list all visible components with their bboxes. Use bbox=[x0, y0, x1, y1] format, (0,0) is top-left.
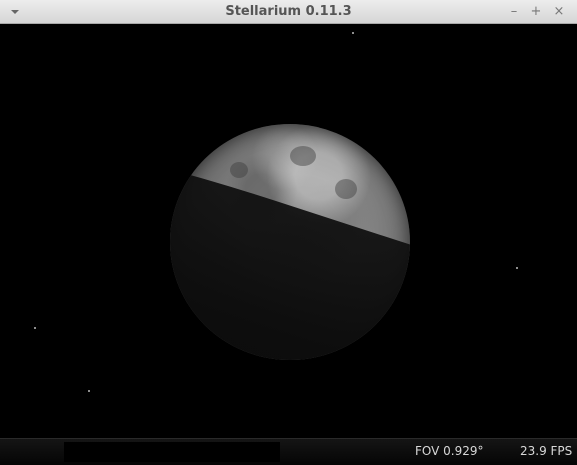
moon-crater bbox=[335, 179, 357, 199]
star bbox=[88, 390, 90, 392]
status-bar: FOV 0.929° 23.9 FPS bbox=[0, 438, 577, 465]
maximize-button[interactable]: + bbox=[529, 5, 543, 19]
moon-crater bbox=[290, 146, 316, 166]
fps-readout: 23.9 FPS bbox=[520, 444, 573, 458]
moon[interactable] bbox=[170, 124, 410, 360]
stellarium-window: Stellarium 0.11.3 – + × FOV 0.929° 23.9 … bbox=[0, 0, 577, 465]
star bbox=[352, 32, 354, 34]
close-button[interactable]: × bbox=[552, 5, 566, 19]
title-bar[interactable]: Stellarium 0.11.3 – + × bbox=[0, 0, 577, 24]
minimize-button[interactable]: – bbox=[507, 5, 521, 19]
star bbox=[516, 267, 518, 269]
moon-crater bbox=[230, 162, 248, 178]
location-info-field bbox=[64, 442, 280, 462]
window-title: Stellarium 0.11.3 bbox=[225, 4, 352, 19]
fov-readout: FOV 0.929° bbox=[415, 444, 484, 458]
sky-view[interactable] bbox=[2, 24, 575, 438]
star bbox=[34, 327, 36, 329]
